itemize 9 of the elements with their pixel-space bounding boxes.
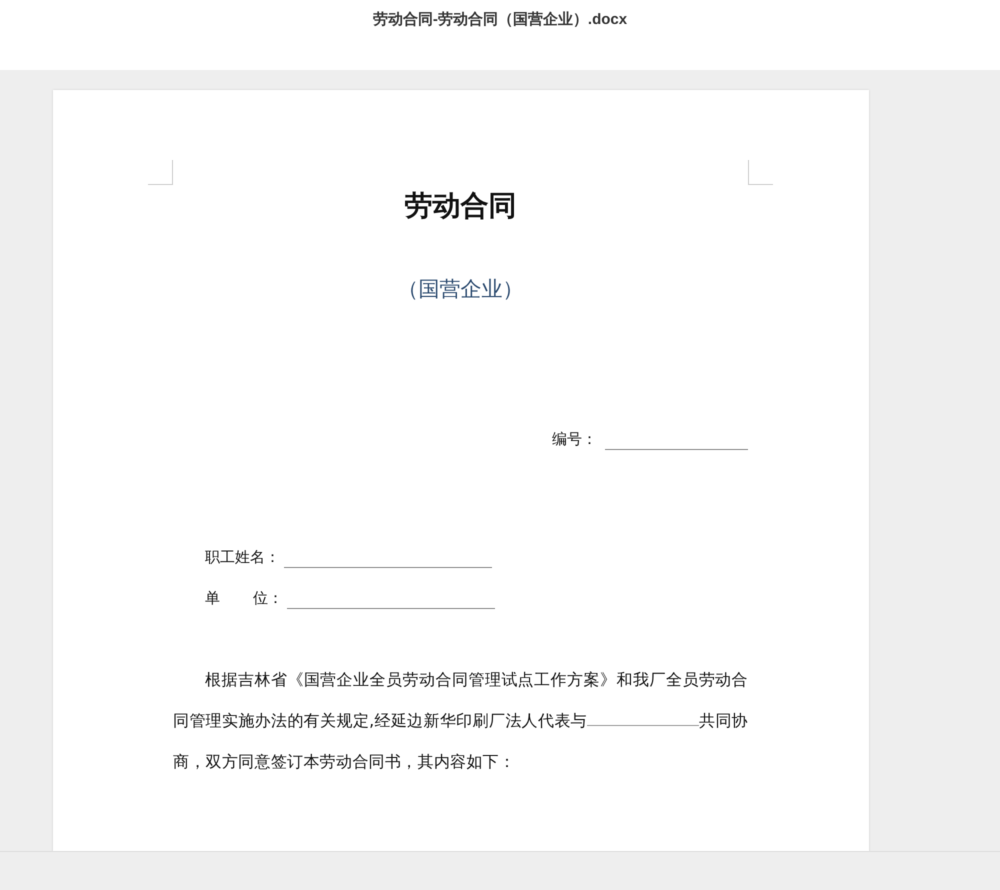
- paragraph: 根据吉林省《国营企业全员劳动合同管理试点工作方案》和我厂全员劳动合同管理实施办法的有关规定,经延边新华印刷厂法人代表与 共同协商，双方同意签订本劳动合同书，其内容如下：: [173, 669, 748, 773]
- field-label: 职工姓名：: [205, 547, 280, 568]
- field-label: 编号：: [552, 429, 597, 450]
- field-label: 单 位：: [205, 588, 283, 609]
- document-title: 劳动合同-劳动合同（国营企业）.docx: [372, 10, 628, 29]
- heading: 劳动合同: [404, 188, 518, 224]
- margin-corner-mark: [748, 160, 773, 185]
- margin-corner-mark: [148, 160, 173, 185]
- subheading: （国营企业）: [396, 276, 524, 303]
